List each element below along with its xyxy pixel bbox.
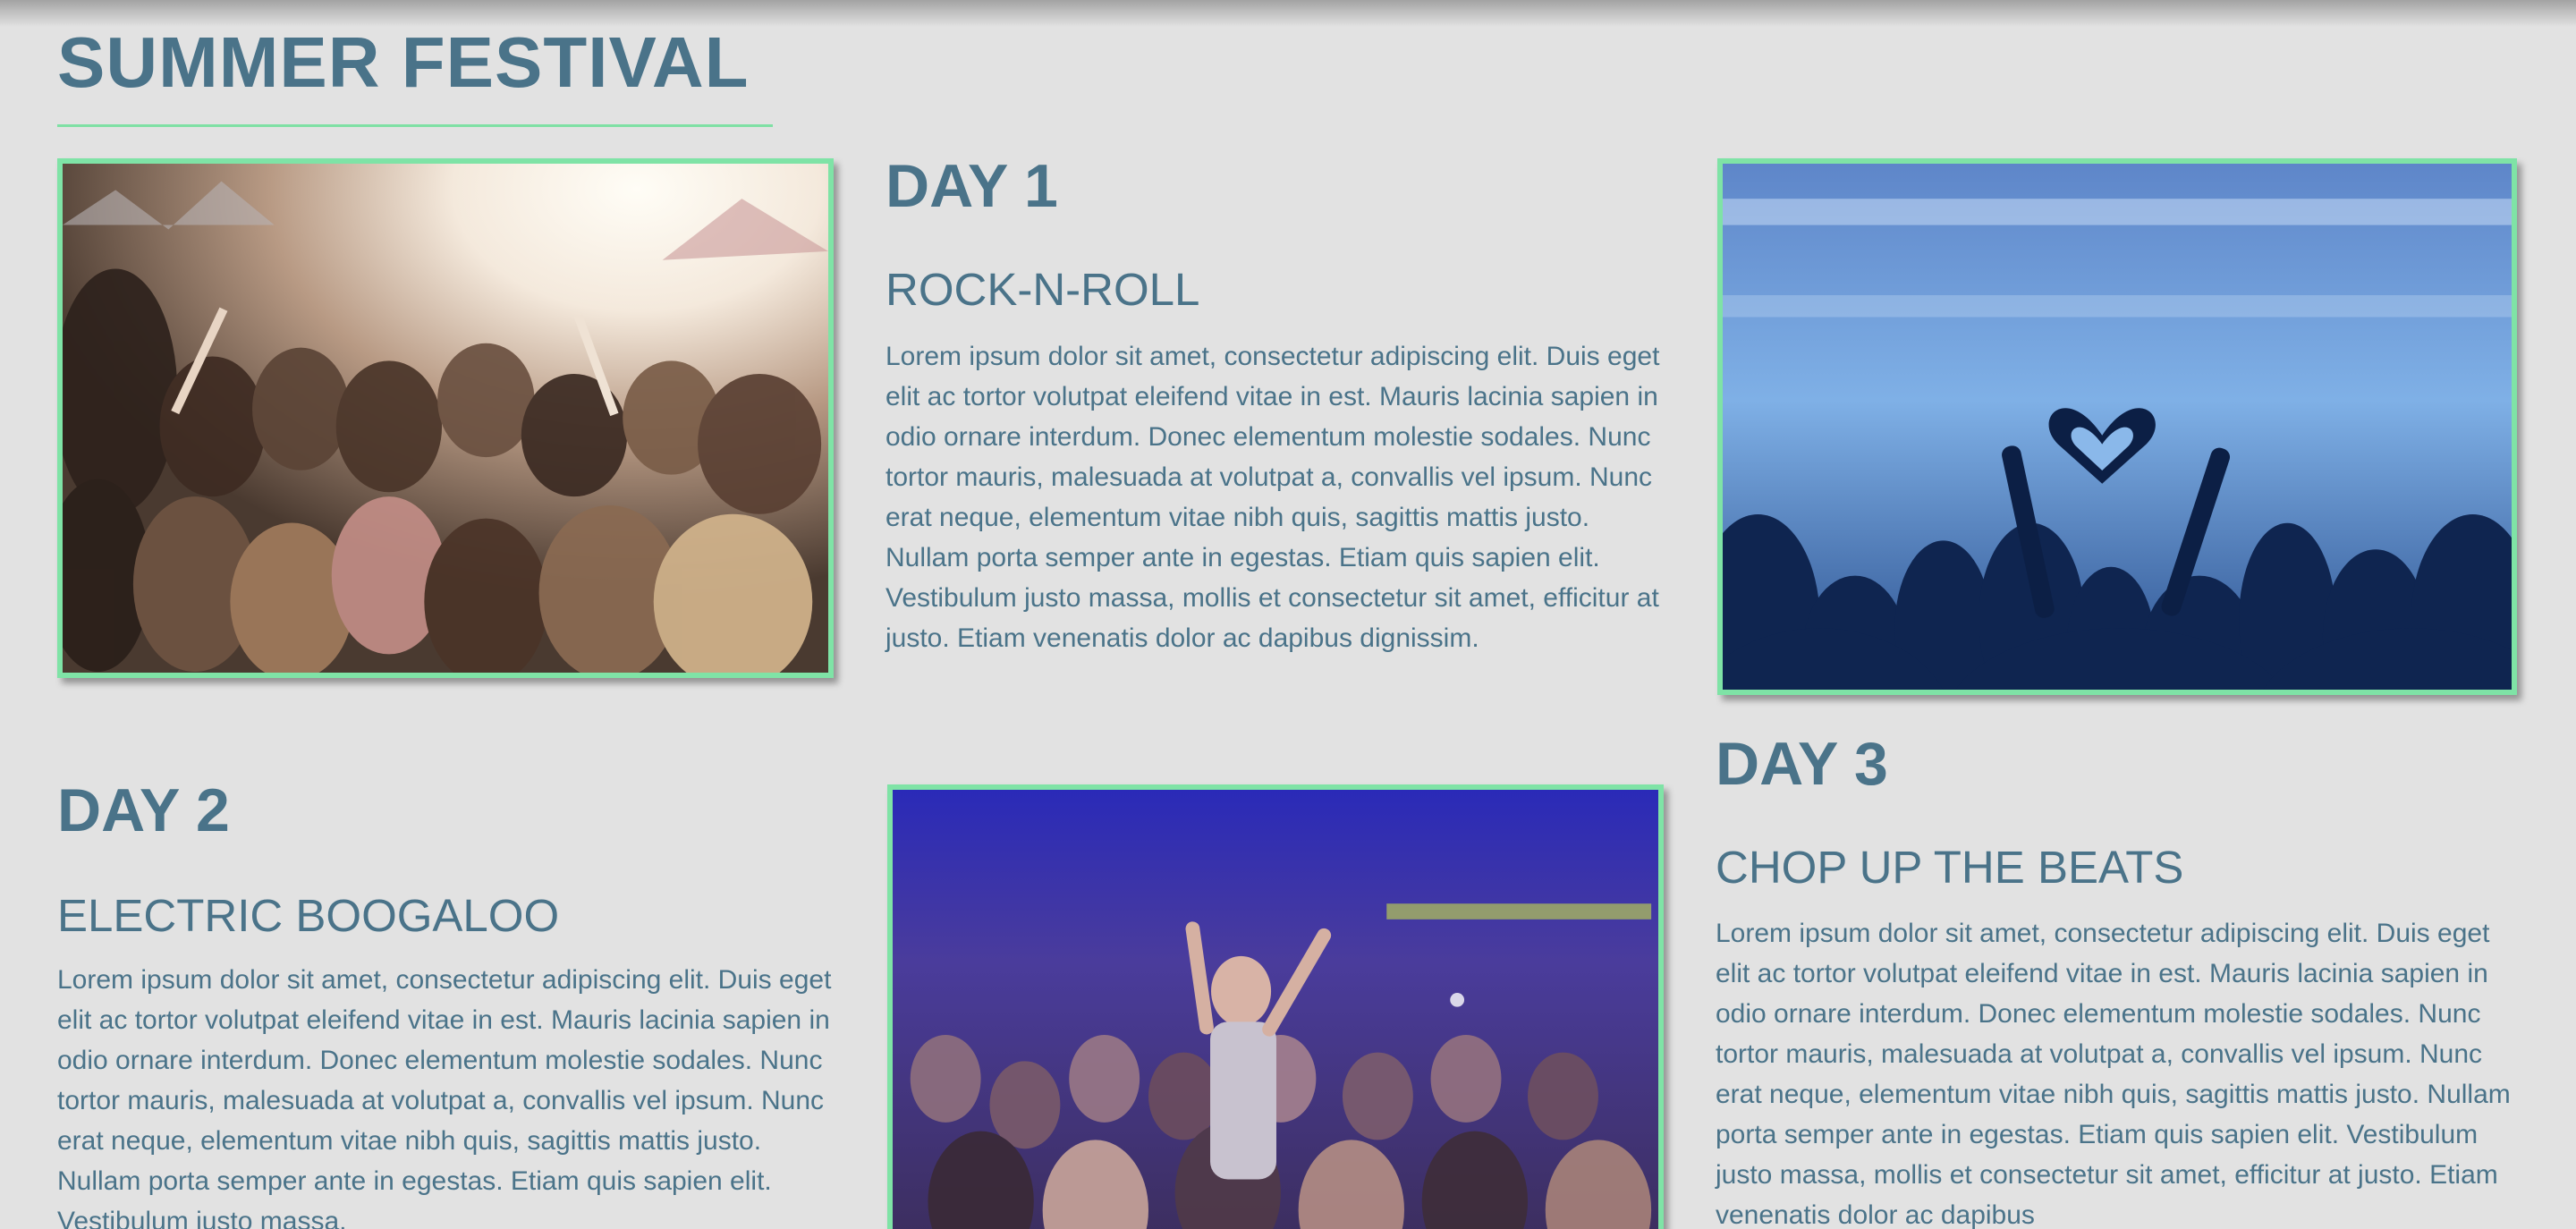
day-3-heading: DAY 3	[1716, 730, 1888, 798]
page-title: SUMMER FESTIVAL	[57, 22, 750, 102]
festival-crowd-image	[63, 164, 828, 673]
day-1-heading: DAY 1	[886, 152, 1058, 220]
day-1-description: Lorem ipsum dolor sit amet, consectetur …	[886, 342, 1660, 653]
day-2-heading: DAY 2	[57, 776, 230, 844]
day-3-description: Lorem ipsum dolor sit amet, consectetur …	[1716, 919, 2511, 1229]
night-concert-crowd-image	[893, 790, 1658, 1229]
day-3-subtitle: CHOP UP THE BEATS	[1716, 842, 2184, 893]
title-underline	[57, 124, 773, 127]
day-2-subtitle: ELECTRIC BOOGALOO	[57, 890, 560, 941]
concert-heart-hands-image	[1723, 164, 2512, 690]
concert-heart-hands-photo	[1717, 158, 2517, 695]
day-2-description: Lorem ipsum dolor sit amet, consectetur …	[57, 965, 832, 1229]
day-1-subtitle: ROCK-N-ROLL	[886, 264, 1200, 315]
festival-crowd-photo	[57, 158, 834, 678]
night-concert-crowd-photo	[887, 784, 1664, 1229]
